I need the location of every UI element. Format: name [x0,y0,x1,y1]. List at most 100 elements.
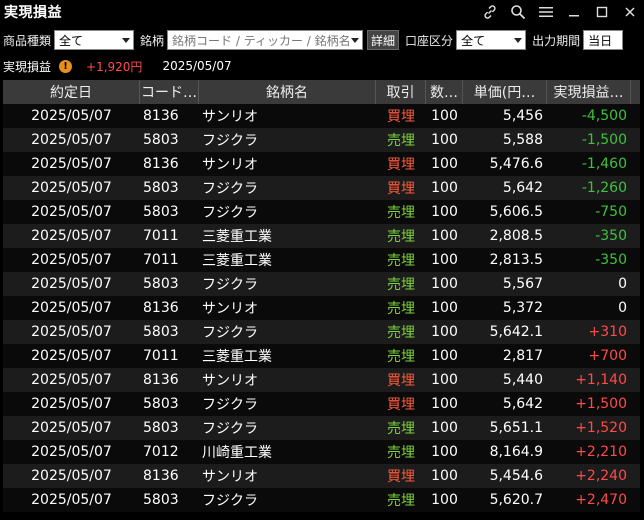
product-type-select[interactable]: 全て [54,30,135,50]
scrollbar-track[interactable] [631,272,640,296]
period-select[interactable]: 当日 [583,30,624,50]
cell-date: 2025/05/07 [31,132,112,148]
close-icon[interactable] [616,0,644,24]
col-header-name[interactable]: 銘柄名 [199,80,376,104]
cell-code: 5803 [143,396,179,412]
minimize-icon[interactable] [560,0,588,24]
cell-qty: 100 [431,372,458,388]
window-controls [476,0,644,24]
scrollbar-track[interactable] [631,464,640,488]
cell-name: フジクラ [202,133,258,149]
search-icon[interactable] [504,0,532,24]
table-row[interactable]: 2025/05/07 8136 サンリオ 売埋 100 5,372 0 [3,296,640,320]
cell-name: 三菱重工業 [202,229,272,245]
chevron-down-icon [351,38,360,43]
stock-label: 銘柄 [140,33,165,48]
table-row[interactable]: 2025/05/07 5803 フジクラ 売埋 100 5,620.7 +2,470 [3,488,640,512]
cell-price: 2,813.5 [489,252,543,268]
scrollbar-track[interactable] [631,128,640,152]
scrollbar-track[interactable] [631,392,640,416]
cell-code: 7011 [143,252,179,268]
table-row[interactable]: 2025/05/07 7011 三菱重工業 売埋 100 2,808.5 -350 [3,224,640,248]
col-header-price[interactable]: 単価(円… [463,80,547,104]
cell-price: 5,440 [502,372,543,388]
cell-pl: +1,500 [575,396,627,412]
period-value: 当日 [588,33,613,48]
cell-code: 5803 [143,180,179,196]
cell-trade: 売埋 [387,493,415,509]
cell-qty: 100 [431,228,458,244]
scrollbar-track[interactable] [631,416,640,440]
detail-button[interactable]: 詳細 [367,30,400,50]
scrollbar-track[interactable] [631,176,640,200]
cell-code: 7012 [143,444,179,460]
cell-name: フジクラ [202,277,258,293]
cell-code: 7011 [143,348,179,364]
table-row[interactable]: 2025/05/07 5803 フジクラ 買埋 100 5,642 +1,500 [3,392,640,416]
table-row[interactable]: 2025/05/07 5803 フジクラ 買埋 100 5,642 -1,260 [3,176,640,200]
cell-qty: 100 [431,492,458,508]
cell-name: サンリオ [202,157,258,173]
cell-date: 2025/05/07 [31,492,112,508]
link-icon[interactable] [476,0,504,24]
cell-price: 5,454.6 [489,468,543,484]
table-row[interactable]: 2025/05/07 5803 フジクラ 売埋 100 5,642.1 +310 [3,320,640,344]
col-header-code[interactable]: コード… [140,80,199,104]
account-type-select[interactable]: 全て [456,30,527,50]
scrollbar-track[interactable] [631,200,640,224]
cell-name: 三菱重工業 [202,253,272,269]
product-type-value: 全て [59,33,84,48]
table-row[interactable]: 2025/05/07 5803 フジクラ 売埋 100 5,651.1 +1,520 [3,416,640,440]
cell-pl: 0 [618,300,627,316]
scrollbar-track[interactable] [631,344,640,368]
table-row[interactable]: 2025/05/07 7011 三菱重工業 売埋 100 2,817 +700 [3,344,640,368]
col-header-date[interactable]: 約定日 [3,80,140,104]
table-row[interactable]: 2025/05/07 5803 フジクラ 売埋 100 5,606.5 -750 [3,200,640,224]
chevron-down-icon [122,38,131,43]
col-header-trade[interactable]: 取引 [376,80,426,104]
stock-search-input[interactable]: 銘柄コード / ティッカー / 銘柄名 [167,30,364,50]
cell-pl: +2,210 [575,444,627,460]
cell-price: 5,642 [502,396,543,412]
scrollbar-track[interactable] [631,440,640,464]
scrollbar-track[interactable] [631,224,640,248]
menu-icon[interactable] [532,0,560,24]
cell-pl: -750 [595,204,627,220]
table-row[interactable]: 2025/05/07 5803 フジクラ 売埋 100 5,567 0 [3,272,640,296]
col-header-qty[interactable]: 数… [426,80,463,104]
table-row[interactable]: 2025/05/07 8136 サンリオ 買埋 100 5,454.6 +2,240 [3,464,640,488]
account-type-label: 口座区分 [405,33,454,48]
cell-qty: 100 [431,252,458,268]
cell-qty: 100 [431,444,458,460]
table-row[interactable]: 2025/05/07 5803 フジクラ 売埋 100 5,588 -1,500 [3,128,640,152]
scrollbar-track[interactable] [631,320,640,344]
scrollbar-track[interactable] [631,152,640,176]
scrollbar-track[interactable] [631,488,640,512]
cell-date: 2025/05/07 [31,444,112,460]
col-header-pl[interactable]: 実現損益… [547,80,631,104]
account-type-value: 全て [461,33,486,48]
cell-code: 8136 [143,468,179,484]
scrollbar-track[interactable] [631,368,640,392]
scrollbar-track[interactable] [631,248,640,272]
cell-qty: 100 [431,156,458,172]
table-row[interactable]: 2025/05/07 8136 サンリオ 買埋 100 5,440 +1,140 [3,368,640,392]
cell-pl: +2,470 [575,492,627,508]
warning-icon[interactable]: ! [59,59,73,73]
cell-pl: -1,460 [581,156,627,172]
cell-code: 8136 [143,156,179,172]
chevron-down-icon [514,38,523,43]
scrollbar-track[interactable] [631,296,640,320]
table-row[interactable]: 2025/05/07 7012 川崎重工業 売埋 100 8,164.9 +2,210 [3,440,640,464]
table-row[interactable]: 2025/05/07 8136 サンリオ 買埋 100 5,456 -4,500 [3,104,640,128]
cell-name: サンリオ [202,469,258,485]
cell-pl: +310 [588,324,627,340]
table-row[interactable]: 2025/05/07 8136 サンリオ 買埋 100 5,476.6 -1,460 [3,152,640,176]
cell-code: 7011 [143,228,179,244]
table-row[interactable]: 2025/05/07 7011 三菱重工業 売埋 100 2,813.5 -350 [3,248,640,272]
cell-trade: 買埋 [387,181,415,197]
summary-bar: 実現損益 ! +1,920円 2025/05/07 [0,56,644,76]
maximize-icon[interactable] [588,0,616,24]
cell-name: フジクラ [202,397,258,413]
scrollbar-track[interactable] [631,104,640,128]
